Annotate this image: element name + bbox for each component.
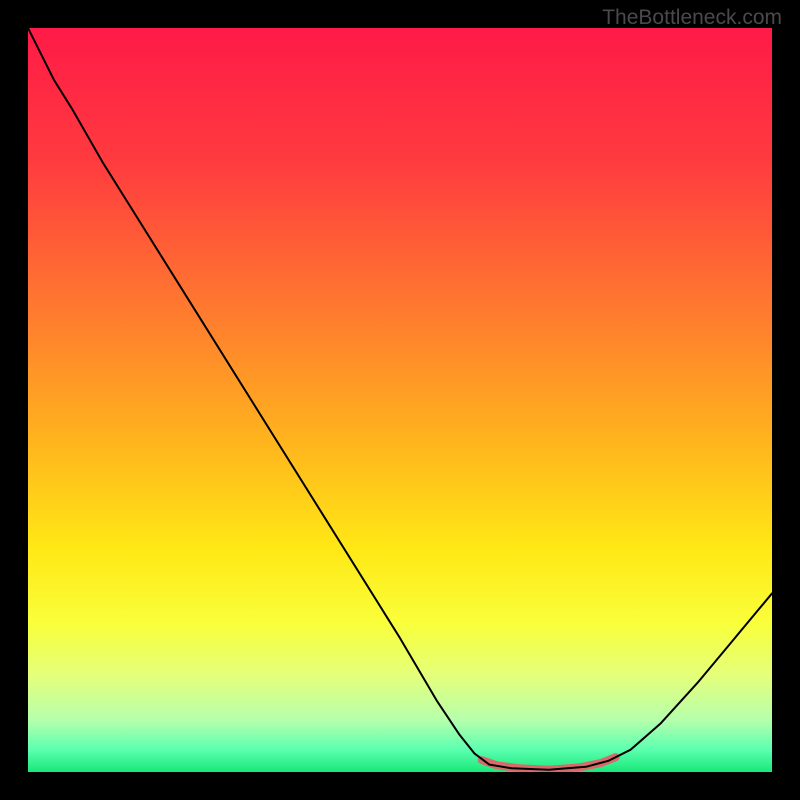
bottleneck-curve [28, 28, 772, 770]
watermark-text: TheBottleneck.com [602, 6, 782, 30]
chart-container [28, 28, 772, 772]
curve-layer [28, 28, 772, 772]
